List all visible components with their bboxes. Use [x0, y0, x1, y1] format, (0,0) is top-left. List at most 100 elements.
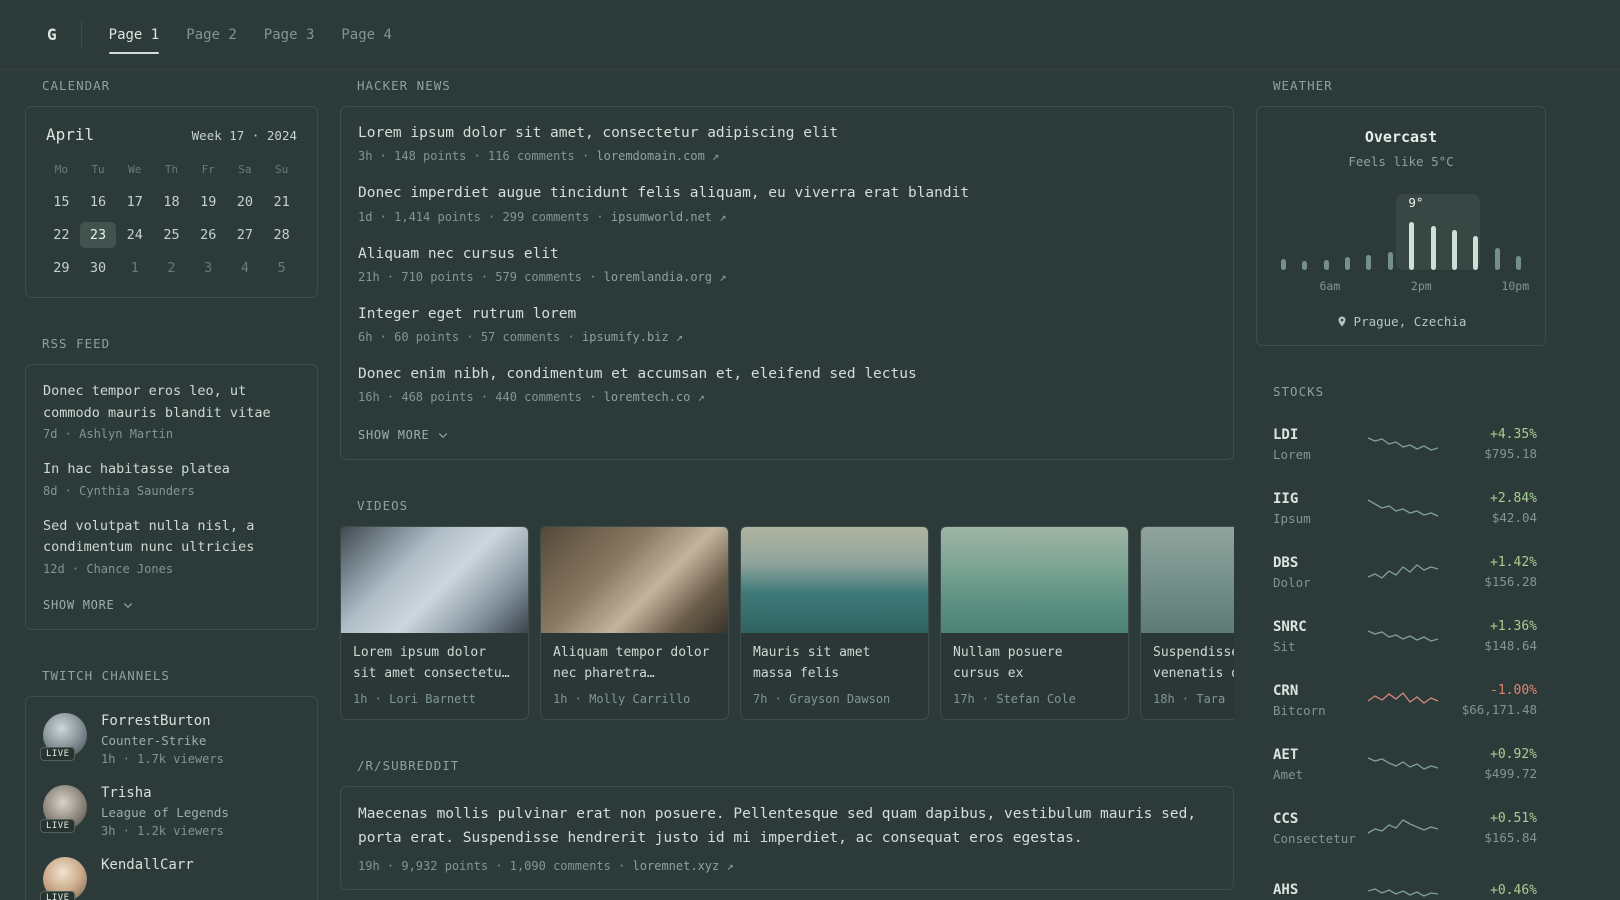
- external-link-icon: ↗: [675, 330, 684, 345]
- calendar-day: 19: [200, 194, 217, 210]
- location-pin-icon: [1338, 316, 1346, 327]
- hn-story-link[interactable]: Donec imperdiet augue tincidunt felis al…: [358, 183, 1216, 203]
- weather-bar: [1409, 222, 1415, 270]
- weekday-label: Su: [275, 163, 289, 176]
- chevron-down-icon: [123, 603, 132, 609]
- stock-row[interactable]: LDI Lorem +4.35% $795.18: [1273, 412, 1537, 476]
- calendar-day: 22: [53, 227, 70, 243]
- tab-page-4[interactable]: Page 4: [341, 0, 392, 70]
- twitch-widget-title: TWITCH CHANNELS: [42, 667, 170, 683]
- rss-item-link[interactable]: Sed volutpat nulla nisl, a condimentum n…: [43, 516, 300, 559]
- hn-story-domain-link[interactable]: loremlandia.org: [604, 270, 712, 284]
- hn-story-domain-link[interactable]: ipsumify.biz: [582, 330, 669, 344]
- twitch-channel-row[interactable]: LIVE ForrestBurton Counter-Strike 1h · 1…: [40, 712, 300, 766]
- stock-row[interactable]: SNRC Sit +1.36% $148.64: [1273, 604, 1537, 668]
- stock-ticker: CRN: [1273, 682, 1299, 699]
- hn-story-link[interactable]: Lorem ipsum dolor sit amet, consectetur …: [358, 123, 1216, 143]
- twitch-channel-name[interactable]: ForrestBurton: [101, 713, 224, 729]
- stock-row[interactable]: IIG Ipsum +2.84% $42.04: [1273, 476, 1537, 540]
- rss-item: In hac habitasse platea 8d · Cynthia Sau…: [43, 459, 300, 498]
- weather-bar: [1345, 257, 1351, 270]
- weather-time-label: 10pm: [1501, 279, 1530, 293]
- calendar-box: April Week 17 · 2024 Mo Tu We Th Fr Sa S…: [25, 106, 318, 298]
- stock-change: +4.35%: [1490, 427, 1537, 442]
- calendar-day-selected: 23: [79, 222, 117, 248]
- video-card[interactable]: Nullam posuere cursus ex 17h · Stefan Co…: [940, 526, 1129, 721]
- hn-show-more-button[interactable]: SHOW MORE: [358, 428, 449, 442]
- weekday-label: Sa: [238, 163, 252, 176]
- stock-sparkline: [1367, 687, 1439, 713]
- hacker-news-widget-title: HACKER NEWS: [357, 78, 451, 93]
- tab-page-2[interactable]: Page 2: [186, 0, 237, 70]
- hn-story-link[interactable]: Integer eget rutrum lorem: [358, 304, 1216, 324]
- middle-column: HACKER NEWS Lorem ipsum dolor sit amet, …: [340, 78, 1234, 900]
- weather-widget: WEATHER Overcast Feels like 5°C 9° 6am 2…: [1256, 78, 1546, 346]
- hn-story-domain-link[interactable]: loremdomain.com: [596, 149, 704, 163]
- external-link-icon: ↗: [719, 269, 727, 284]
- weather-bar: [1430, 226, 1436, 270]
- videos-scroll-row[interactable]: Lorem ipsum dolor sit amet consectetu… 1…: [340, 526, 1234, 721]
- video-card[interactable]: Aliquam tempor dolor nec pharetra… 1h · …: [540, 526, 729, 721]
- show-more-label: SHOW MORE: [358, 428, 430, 443]
- twitch-channel-name[interactable]: KendallCarr: [101, 857, 194, 873]
- weather-bar: [1515, 256, 1521, 270]
- hacker-news-widget: HACKER NEWS Lorem ipsum dolor sit amet, …: [340, 78, 1234, 461]
- twitch-channel-row[interactable]: LIVE Trisha League of Legends 3h · 1.2k …: [40, 784, 300, 838]
- hn-story-domain-link[interactable]: loremtech.co: [604, 390, 691, 404]
- stock-ticker: IIG: [1273, 490, 1299, 507]
- video-card[interactable]: Suspendisse venenatis diam 18h · Tara: [1140, 526, 1234, 721]
- weather-feels-like: Feels like 5°C: [1348, 154, 1454, 169]
- calendar-widget-title: CALENDAR: [42, 78, 111, 93]
- hn-story: Donec imperdiet augue tincidunt felis al…: [358, 183, 1216, 223]
- weather-current-temp: 9°: [1408, 195, 1424, 210]
- stock-change: +1.42%: [1490, 555, 1537, 570]
- subreddit-domain-link[interactable]: loremnet.xyz: [633, 859, 720, 873]
- stock-change: +0.92%: [1490, 747, 1537, 762]
- twitch-channel-name[interactable]: Trisha: [101, 785, 229, 801]
- hn-story-link[interactable]: Aliquam nec cursus elit: [358, 244, 1216, 264]
- stock-price: $156.28: [1484, 574, 1537, 589]
- weather-bar: [1473, 236, 1479, 270]
- stock-row[interactable]: AHS +0.46%: [1273, 860, 1537, 900]
- stock-sparkline: [1367, 623, 1439, 649]
- twitch-channel-meta: 1h · 1.7k viewers: [101, 751, 224, 766]
- weather-location: Prague, Czechia: [1274, 314, 1528, 329]
- rss-item-link[interactable]: In hac habitasse platea: [43, 459, 300, 481]
- hacker-news-box: Lorem ipsum dolor sit amet, consectetur …: [340, 106, 1234, 461]
- stock-row[interactable]: CCS Consectetur +0.51% $165.84: [1273, 796, 1537, 860]
- weather-box: Overcast Feels like 5°C 9° 6am 2pm 10pm …: [1256, 106, 1546, 346]
- stock-change: +0.51%: [1490, 811, 1537, 826]
- subreddit-post-link[interactable]: Maecenas mollis pulvinar erat non posuer…: [358, 803, 1216, 849]
- stock-sparkline: [1367, 751, 1439, 777]
- rss-item-meta: 7d · Ashlyn Martin: [43, 427, 174, 442]
- app-logo: G: [47, 25, 57, 44]
- hn-story-meta: 6h · 60 points · 57 comments · ipsumify.…: [358, 330, 1216, 344]
- tab-page-3[interactable]: Page 3: [264, 0, 315, 70]
- tab-page-1[interactable]: Page 1: [108, 0, 159, 70]
- hn-story-domain-link[interactable]: ipsumworld.net: [611, 210, 712, 224]
- subreddit-post-stats: 19h · 9,932 points · 1,090 comments ·: [358, 858, 633, 873]
- video-title: Lorem ipsum dolor sit amet consectetu…: [353, 645, 510, 681]
- video-meta: 18h · Tara: [1153, 692, 1226, 707]
- stock-row[interactable]: AET Amet +0.92% $499.72: [1273, 732, 1537, 796]
- rss-item-link[interactable]: Donec tempor eros leo, ut commodo mauris…: [43, 381, 300, 424]
- video-card[interactable]: Lorem ipsum dolor sit amet consectetu… 1…: [340, 526, 529, 721]
- video-thumbnail: [541, 527, 728, 634]
- stock-row[interactable]: CRN Bitcorn -1.00% $66,171.48: [1273, 668, 1537, 732]
- twitch-channel-row[interactable]: LIVE KendallCarr: [40, 856, 300, 900]
- stock-name: Lorem: [1273, 446, 1311, 462]
- hn-story-link[interactable]: Donec enim nibh, condimentum et accumsan…: [358, 364, 1216, 384]
- stock-change: -1.00%: [1490, 683, 1537, 698]
- twitch-channel-game: League of Legends: [101, 804, 229, 820]
- video-card[interactable]: Mauris sit amet massa felis 7h · Grayson…: [740, 526, 929, 721]
- stock-name: Bitcorn: [1273, 702, 1326, 718]
- videos-widget-title: VIDEOS: [357, 498, 409, 514]
- rss-item-meta: 12d · Chance Jones: [43, 561, 174, 576]
- external-link-icon: ↗: [719, 209, 727, 224]
- stock-row[interactable]: DBS Dolor +1.42% $156.28: [1273, 540, 1537, 604]
- stock-ticker: CCS: [1273, 810, 1299, 827]
- rss-show-more-button[interactable]: SHOW MORE: [43, 598, 134, 612]
- stock-name: Dolor: [1273, 574, 1311, 590]
- weather-bar: [1366, 255, 1372, 270]
- weather-widget-title: WEATHER: [1273, 78, 1333, 93]
